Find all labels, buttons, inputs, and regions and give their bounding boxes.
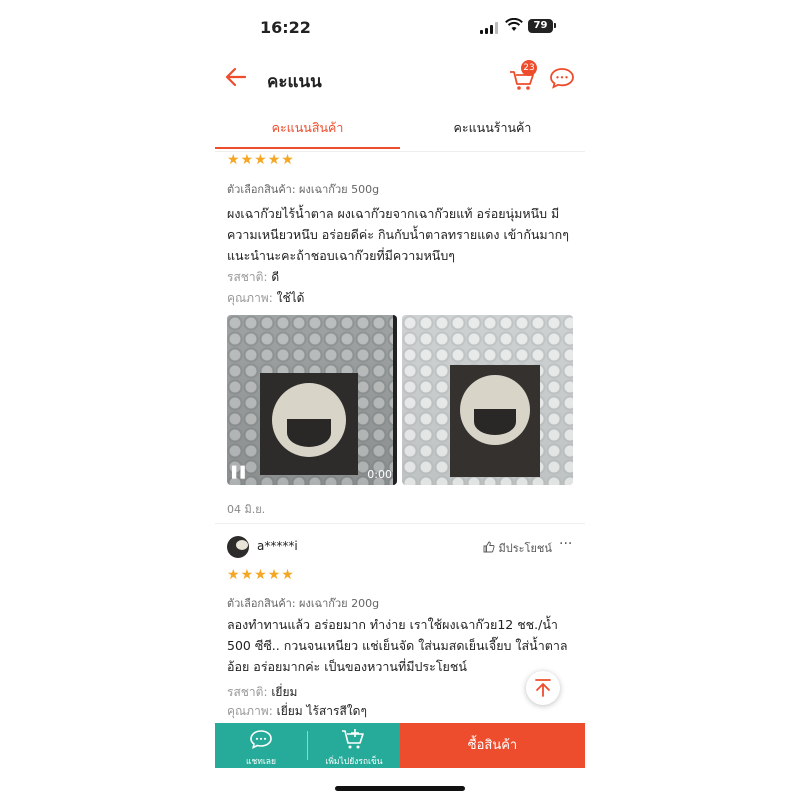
taste-label: รสชาติ:: [227, 685, 268, 699]
taste-label: รสชาติ:: [227, 270, 268, 284]
reviewer-username[interactable]: a*****i: [257, 539, 298, 553]
review-2-taste: รสชาติ: เยี่ยม: [227, 683, 297, 702]
battery-icon: 79: [528, 19, 553, 33]
rating-tabs: คะแนนสินค้า คะแนนร้านค้า: [215, 113, 585, 152]
review-2-stars: ★ ★ ★ ★ ★: [227, 567, 294, 583]
quality-value: เยี่ยม ไร้สารสีใดๆ: [276, 704, 367, 718]
video-duration: 0:00: [367, 468, 392, 481]
buy-now-button[interactable]: ซื้อสินค้า: [400, 723, 585, 768]
chat-icon: [250, 730, 272, 749]
review-1-video[interactable]: ▌▌ 0:00: [227, 315, 397, 485]
star-icon: ★: [240, 567, 254, 583]
back-arrow-icon[interactable]: [223, 64, 249, 90]
top-app-bar: คะแนน 23: [215, 58, 585, 98]
taste-value: เยี่ยม: [271, 685, 298, 699]
add-to-cart-label: เพิ่มไปยังรถเข็น: [325, 757, 383, 767]
chat-now-label: แชทเลย: [246, 757, 276, 767]
review-divider: [215, 523, 585, 524]
bottom-action-bar: แชทเลย เพิ่มไปยังรถเข็น ซื้อสินค้า: [215, 723, 585, 768]
battery-tip: [554, 23, 556, 28]
video-indicator-icon: ▌▌: [232, 466, 249, 479]
review-1-date: 04 มิ.ย.: [227, 503, 266, 516]
bottom-left-group: แชทเลย เพิ่มไปยังรถเข็น: [215, 723, 400, 768]
scroll-to-top-button[interactable]: [526, 671, 560, 705]
wifi-icon: [505, 18, 523, 31]
star-icon: ★: [227, 567, 240, 583]
video-edge: [393, 315, 397, 485]
quality-value: ใช้ได้: [276, 291, 305, 305]
product-package: [260, 373, 358, 475]
signal-icon: [480, 22, 498, 34]
star-icon: ★: [254, 152, 267, 168]
star-icon: ★: [267, 567, 281, 583]
quality-label: คุณภาพ:: [227, 291, 273, 305]
star-icon: ★: [254, 567, 267, 583]
package-bowl-art: [474, 409, 516, 435]
cart-count-badge: 23: [521, 60, 537, 76]
phone-screen: 16:22 79 คะแนน 23 คะแนนสินค้า คะแนนร้านค…: [215, 0, 585, 800]
status-bar: 16:22 79: [215, 14, 585, 40]
review-1-text: ผงเฉาก๊วยไร้น้ำตาล ผงเฉาก๊วยจากเฉาก๊วยแท…: [227, 206, 569, 263]
chat-icon[interactable]: [549, 66, 575, 90]
review-1-quality: คุณภาพ: ใช้ได้: [227, 289, 304, 308]
add-to-cart-button[interactable]: เพิ่มไปยังรถเข็น: [308, 723, 400, 768]
helpful-button[interactable]: มีประโยชน์: [483, 539, 552, 557]
review-1-photo[interactable]: [402, 315, 573, 485]
tab-shop-rating[interactable]: คะแนนร้านค้า: [400, 113, 585, 149]
review-2-quality: คุณภาพ: เยี่ยม ไร้สารสีใดๆ: [227, 702, 367, 721]
scroll-top-icon: [535, 679, 551, 697]
star-icon: ★: [281, 152, 294, 168]
package-bowl-art: [287, 419, 331, 447]
page-title: คะแนน: [267, 72, 322, 92]
taste-value: ดี: [271, 270, 280, 284]
thumbs-up-icon: [483, 541, 495, 553]
review-1-taste: รสชาติ: ดี: [227, 268, 279, 287]
review-2-text: ลองทำทานแล้ว อร่อยมาก ทำง่าย เราใช้ผงเฉา…: [227, 617, 568, 674]
star-icon: ★: [227, 152, 240, 168]
add-cart-icon: [342, 729, 364, 749]
active-tab-indicator: [215, 147, 400, 149]
review-1-variant: ตัวเลือกสินค้า: ผงเฉาก๊วย 500g: [227, 183, 380, 196]
star-icon: ★: [240, 152, 254, 168]
review-1-stars: ★ ★ ★ ★ ★: [227, 152, 294, 168]
more-options-icon[interactable]: ···: [559, 536, 572, 552]
status-time: 16:22: [260, 18, 311, 37]
home-indicator: [335, 786, 465, 791]
avatar[interactable]: [227, 536, 249, 558]
review-2-variant: ตัวเลือกสินค้า: ผงเฉาก๊วย 200g: [227, 597, 380, 610]
quality-label: คุณภาพ:: [227, 704, 273, 718]
product-package: [450, 365, 540, 477]
chat-now-button[interactable]: แชทเลย: [215, 723, 307, 768]
tab-product-rating[interactable]: คะแนนสินค้า: [215, 113, 400, 149]
helpful-label: มีประโยชน์: [498, 542, 552, 555]
star-icon: ★: [281, 567, 294, 583]
star-icon: ★: [267, 152, 281, 168]
